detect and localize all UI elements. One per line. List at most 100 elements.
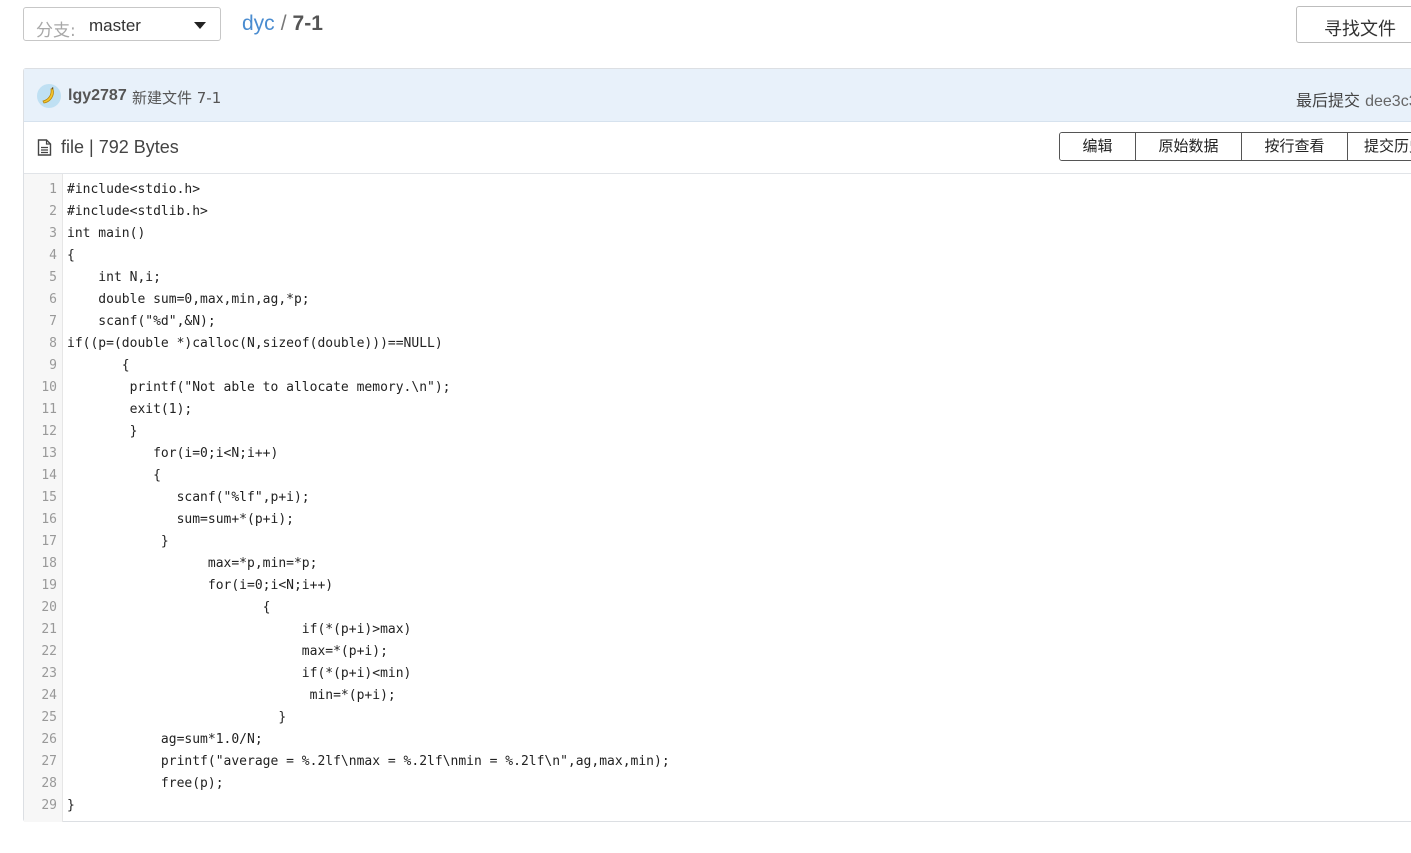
breadcrumb-owner-link[interactable]: dyc bbox=[242, 12, 275, 35]
line-content: double sum=0,max,min,ag,*p; bbox=[67, 292, 310, 307]
last-commit-hash[interactable]: dee3c3 bbox=[1365, 93, 1411, 110]
line-content: #include<stdlib.h> bbox=[67, 204, 208, 219]
line-number[interactable]: 15 bbox=[24, 487, 57, 509]
line-content: scanf("%lf",p+i); bbox=[67, 490, 310, 505]
line-number[interactable]: 20 bbox=[24, 597, 57, 619]
code-line: 17 } bbox=[24, 531, 1404, 553]
line-content: for(i=0;i<N;i++) bbox=[67, 578, 334, 593]
code-line: 19 for(i=0;i<N;i++) bbox=[24, 575, 1404, 597]
file-bar: file | 792 Bytes 编辑 原始数据 按行查看 提交历史 bbox=[24, 122, 1411, 174]
branch-select[interactable]: 分支: master bbox=[23, 7, 221, 41]
line-content: free(p); bbox=[67, 776, 224, 791]
line-number[interactable]: 16 bbox=[24, 509, 57, 531]
file-actions: 编辑 原始数据 按行查看 提交历史 bbox=[1059, 132, 1411, 161]
line-number[interactable]: 25 bbox=[24, 707, 57, 729]
code-line: 15 scanf("%lf",p+i); bbox=[24, 487, 1404, 509]
code-line: 8 if((p=(double *)calloc(N,sizeof(double)… bbox=[24, 333, 1404, 355]
line-number[interactable]: 29 bbox=[24, 795, 57, 817]
line-content: } bbox=[67, 710, 287, 725]
line-number[interactable]: 14 bbox=[24, 465, 57, 487]
code-line: 11 exit(1); bbox=[24, 399, 1404, 421]
code-line: 14 { bbox=[24, 465, 1404, 487]
line-content: } bbox=[67, 534, 169, 549]
line-content: } bbox=[67, 798, 75, 813]
line-number[interactable]: 5 bbox=[24, 267, 57, 289]
code-line: 10 printf("Not able to allocate memory.\… bbox=[24, 377, 1404, 399]
file-panel: lgy2787 新建文件 7-1 最后提交 dee3c3 file | 792 … bbox=[23, 68, 1411, 822]
code-line: 16 sum=sum+*(p+i); bbox=[24, 509, 1404, 531]
code-line: 2 #include<stdlib.h> bbox=[24, 201, 1404, 223]
blame-button[interactable]: 按行查看 bbox=[1242, 133, 1348, 160]
line-number[interactable]: 18 bbox=[24, 553, 57, 575]
line-number[interactable]: 9 bbox=[24, 355, 57, 377]
commit-bar: lgy2787 新建文件 7-1 最后提交 dee3c3 bbox=[24, 69, 1411, 122]
code-line: 1 #include<stdio.h> bbox=[24, 179, 1404, 201]
code-line: 7 scanf("%d",&N); bbox=[24, 311, 1404, 333]
line-content: printf("Not able to allocate memory.\n")… bbox=[67, 380, 451, 395]
line-number[interactable]: 28 bbox=[24, 773, 57, 795]
code-line: 22 max=*(p+i); bbox=[24, 641, 1404, 663]
line-number[interactable]: 4 bbox=[24, 245, 57, 267]
line-number[interactable]: 3 bbox=[24, 223, 57, 245]
line-content: } bbox=[67, 424, 138, 439]
line-number[interactable]: 1 bbox=[24, 179, 57, 201]
code-line: 21 if(*(p+i)>max) bbox=[24, 619, 1404, 641]
commit-user-link[interactable]: lgy2787 bbox=[68, 87, 127, 105]
line-content: int N,i; bbox=[67, 270, 161, 285]
file-icon bbox=[37, 139, 52, 156]
line-number[interactable]: 24 bbox=[24, 685, 57, 707]
line-content: scanf("%d",&N); bbox=[67, 314, 216, 329]
code-line: 13 for(i=0;i<N;i++) bbox=[24, 443, 1404, 465]
code-line: 6 double sum=0,max,min,ag,*p; bbox=[24, 289, 1404, 311]
line-content: { bbox=[67, 468, 161, 483]
line-number[interactable]: 12 bbox=[24, 421, 57, 443]
line-number[interactable]: 27 bbox=[24, 751, 57, 773]
edit-button[interactable]: 编辑 bbox=[1060, 133, 1136, 160]
line-content: for(i=0;i<N;i++) bbox=[67, 446, 279, 461]
line-content: #include<stdio.h> bbox=[67, 182, 201, 197]
line-content: { bbox=[67, 358, 130, 373]
line-number[interactable]: 22 bbox=[24, 641, 57, 663]
file-info: file | 792 Bytes bbox=[61, 137, 179, 157]
raw-data-button[interactable]: 原始数据 bbox=[1136, 133, 1242, 160]
line-number[interactable]: 23 bbox=[24, 663, 57, 685]
line-number[interactable]: 6 bbox=[24, 289, 57, 311]
code-line: 29} bbox=[24, 795, 1404, 817]
branch-label: 分支: bbox=[36, 21, 76, 41]
line-number[interactable]: 19 bbox=[24, 575, 57, 597]
line-number[interactable]: 11 bbox=[24, 399, 57, 421]
line-number[interactable]: 8 bbox=[24, 333, 57, 355]
code-line: 12 } bbox=[24, 421, 1404, 443]
history-button[interactable]: 提交历史 bbox=[1348, 133, 1411, 160]
line-number[interactable]: 21 bbox=[24, 619, 57, 641]
line-number[interactable]: 17 bbox=[24, 531, 57, 553]
line-content: { bbox=[67, 248, 75, 263]
code-line: 28 free(p); bbox=[24, 773, 1404, 795]
line-content: min=*(p+i); bbox=[67, 688, 396, 703]
line-number[interactable]: 2 bbox=[24, 201, 57, 223]
line-content: int main() bbox=[67, 226, 146, 241]
line-content: if(*(p+i)>max) bbox=[67, 622, 412, 637]
code-line: 3 int main() bbox=[24, 223, 1404, 245]
line-content: exit(1); bbox=[67, 402, 193, 417]
find-file-label: 寻找文件 bbox=[1324, 19, 1396, 40]
code-line: 27 printf("average = %.2lf\nmax = %.2lf\… bbox=[24, 751, 1404, 773]
line-number[interactable]: 10 bbox=[24, 377, 57, 399]
code-line: 20 { bbox=[24, 597, 1404, 619]
line-number[interactable]: 13 bbox=[24, 443, 57, 465]
last-commit-label: 最后提交 bbox=[1296, 91, 1361, 110]
line-number[interactable]: 26 bbox=[24, 729, 57, 751]
avatar[interactable] bbox=[37, 84, 61, 108]
chevron-down-icon bbox=[194, 22, 206, 29]
code-line: 24 min=*(p+i); bbox=[24, 685, 1404, 707]
code-line: 18 max=*p,min=*p; bbox=[24, 553, 1404, 575]
find-file-button[interactable]: 寻找文件 bbox=[1296, 6, 1411, 43]
commit-message[interactable]: 新建文件 7-1 bbox=[132, 87, 221, 108]
branch-value: master bbox=[89, 16, 141, 35]
code-line: 23 if(*(p+i)<min) bbox=[24, 663, 1404, 685]
line-content: if(*(p+i)<min) bbox=[67, 666, 412, 681]
line-content: sum=sum+*(p+i); bbox=[67, 512, 294, 527]
line-content: ag=sum*1.0/N; bbox=[67, 732, 263, 747]
code-line: 25 } bbox=[24, 707, 1404, 729]
line-number[interactable]: 7 bbox=[24, 311, 57, 333]
